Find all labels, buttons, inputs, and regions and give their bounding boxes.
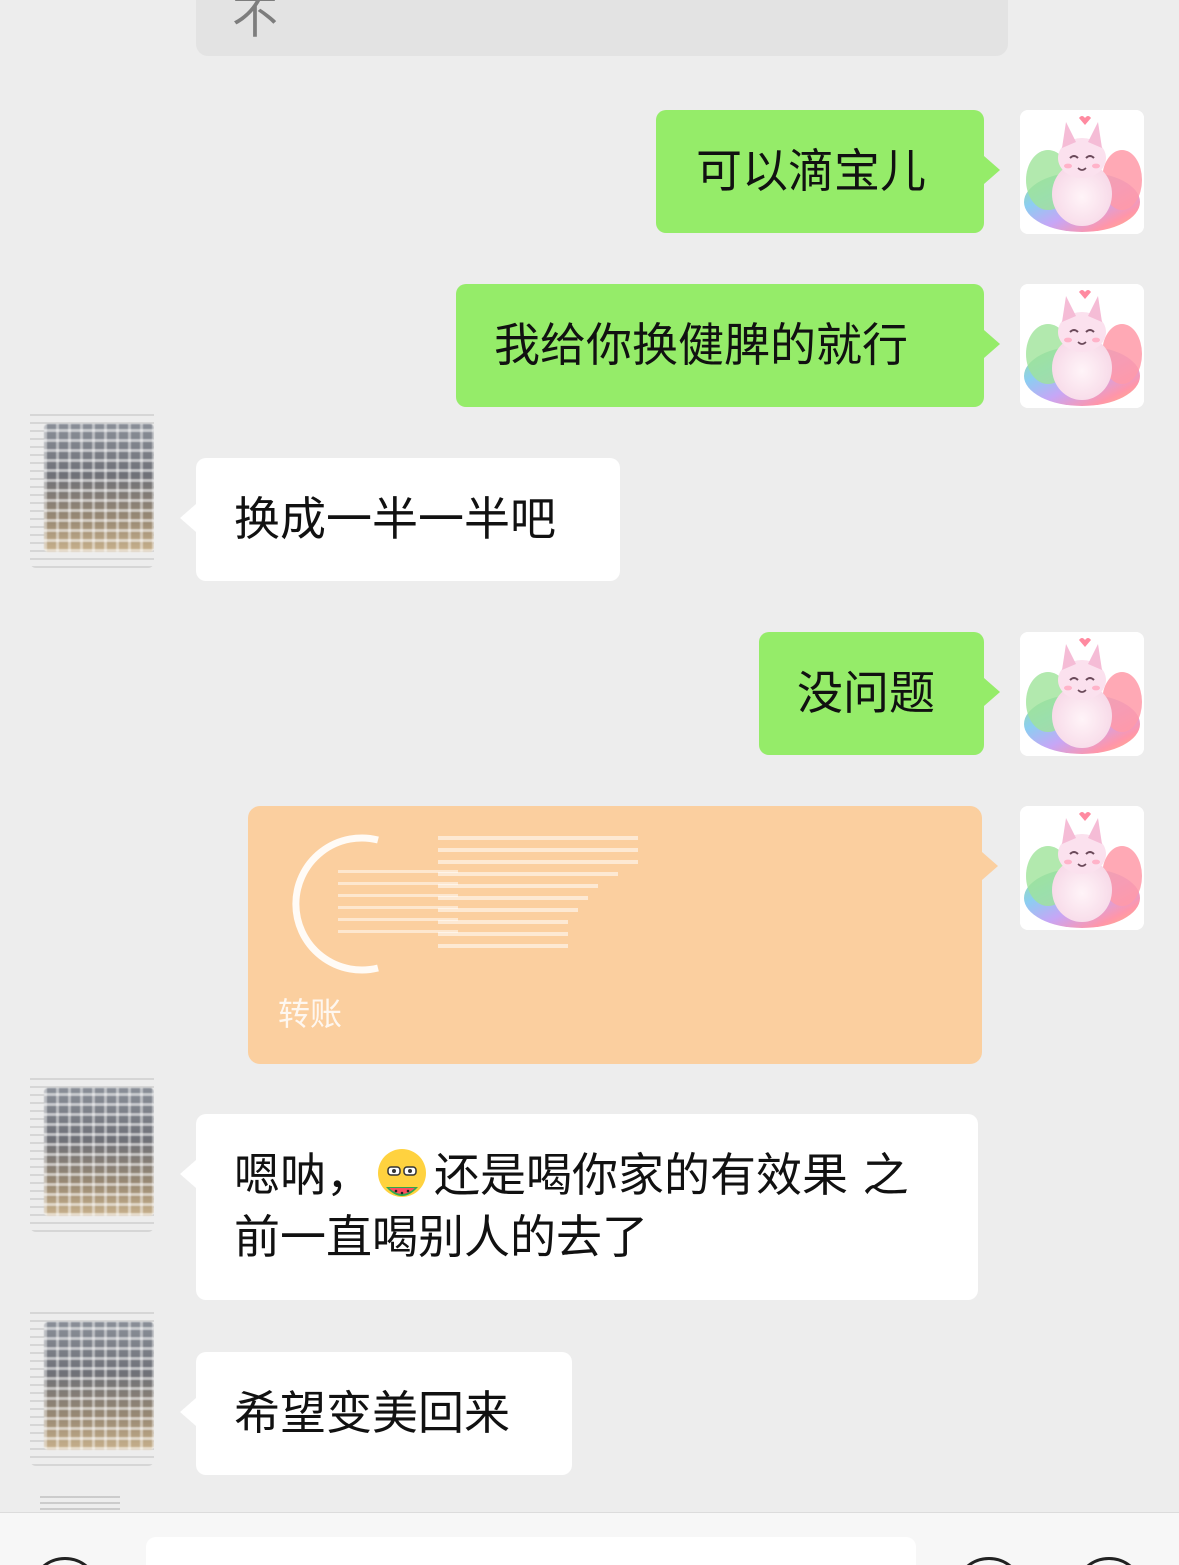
fox-avatar-icon	[1020, 806, 1144, 930]
fox-avatar-icon	[1020, 284, 1144, 408]
self-avatar[interactable]	[1020, 806, 1144, 930]
transfer-icon	[292, 834, 638, 974]
message-text: 可以滴宝儿	[696, 144, 926, 198]
transfer-card[interactable]: 转账	[248, 806, 998, 1064]
blurred-avatar-icon	[44, 424, 154, 552]
message-bubble-outgoing[interactable]: 没问题	[759, 632, 1000, 755]
fox-avatar-icon	[1020, 110, 1144, 234]
partial-message-text: 不	[232, 0, 278, 44]
message-bubble-incoming[interactable]: 嗯呐， 还是喝你家的有效果 之前一直喝别人的去了	[180, 1114, 978, 1300]
message-bubble-incoming[interactable]: 希望变美回来	[180, 1352, 572, 1475]
message-bubble-outgoing[interactable]: 可以滴宝儿	[656, 110, 1000, 233]
input-bar	[0, 1512, 1179, 1565]
partial-message-bubble: 不	[196, 0, 1008, 56]
contact-avatar[interactable]	[30, 408, 154, 568]
contact-avatar[interactable]	[30, 1306, 154, 1466]
eating-watermelon-emoji	[378, 1149, 426, 1197]
contact-avatar[interactable]	[30, 1072, 154, 1232]
chat-area[interactable]: 不 可以滴宝儿 我给你换健脾的就行 换成一半一半吧 没问题 转账 嗯呐， 还是喝…	[0, 0, 1179, 1512]
message-text: 没问题	[797, 666, 935, 720]
message-bubble-incoming[interactable]: 换成一半一半吧	[180, 458, 620, 581]
message-text-part: 嗯呐，	[234, 1148, 372, 1202]
blurred-avatar-icon	[44, 1088, 154, 1216]
message-text: 换成一半一半吧	[234, 492, 556, 546]
message-text: 我给你换健脾的就行	[494, 318, 908, 372]
transfer-label: 转账	[278, 995, 343, 1033]
partial-avatar	[40, 1496, 120, 1512]
self-avatar[interactable]	[1020, 632, 1144, 756]
self-avatar[interactable]	[1020, 110, 1144, 234]
message-bubble-outgoing[interactable]: 我给你换健脾的就行	[456, 284, 1000, 407]
self-avatar[interactable]	[1020, 284, 1144, 408]
message-input[interactable]	[146, 1537, 916, 1565]
message-text: 希望变美回来	[234, 1386, 510, 1440]
fox-avatar-icon	[1020, 632, 1144, 756]
blurred-avatar-icon	[44, 1322, 154, 1450]
